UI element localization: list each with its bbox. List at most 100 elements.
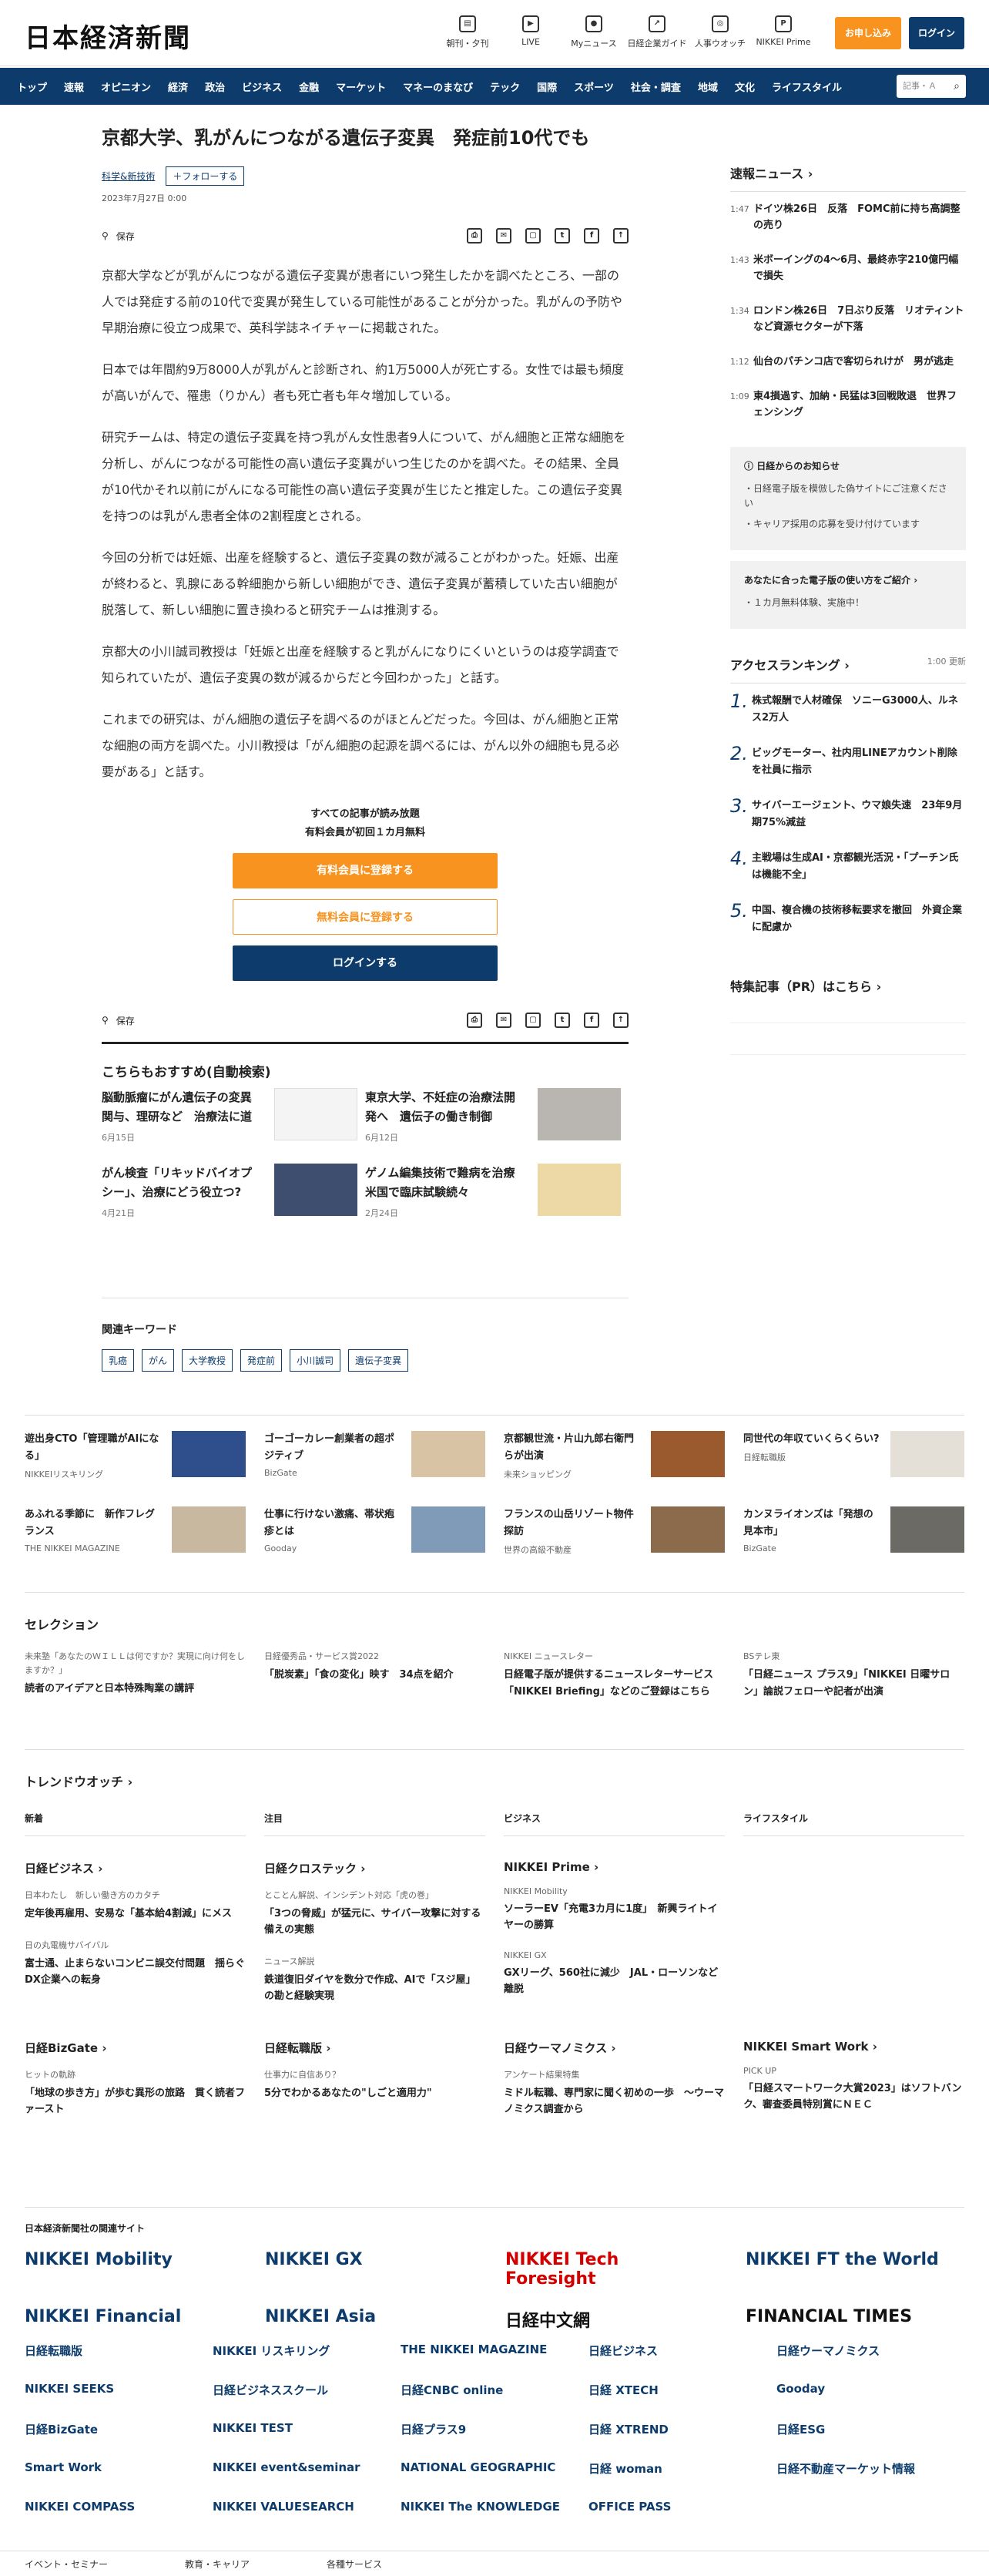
- footer-link[interactable]: 各種サービス: [327, 2558, 382, 2571]
- media-title[interactable]: NIKKEI Smart Work ›: [743, 2040, 964, 2054]
- selection-item[interactable]: 未来塾「あなたのＷＩＬＬは何ですか？実現に向け何をしますか？」 読者のアイデアと日…: [25, 1650, 246, 1701]
- twitter-icon[interactable]: t: [555, 228, 570, 243]
- brand-link[interactable]: NIKKEI GX: [265, 2250, 474, 2289]
- media-title[interactable]: 日経BizGate ›: [25, 2040, 246, 2056]
- small-brand-link[interactable]: NATIONAL GEOGRAPHIC: [401, 2460, 588, 2477]
- ranking-item[interactable]: 1. 株式報酬で人材確保 ソニーG3000人、ルネス2万人: [730, 683, 966, 736]
- small-brand-link[interactable]: NIKKEI event&seminar: [213, 2460, 401, 2477]
- small-brand-link[interactable]: 日経BizGate: [25, 2421, 213, 2437]
- ad-item[interactable]: 遊出身CTO「管理職がAIになる」 NIKKEIリスキリング: [25, 1431, 246, 1480]
- nav-item[interactable]: 経済: [168, 79, 188, 94]
- print-icon[interactable]: ⎙: [467, 1013, 482, 1028]
- nav-item[interactable]: ビジネス: [242, 79, 282, 94]
- pr-title[interactable]: 特集記事（PR）はこちら ›: [730, 976, 966, 1004]
- small-brand-link[interactable]: NIKKEI The KNOWLEDGE: [401, 2500, 588, 2514]
- notice2-title[interactable]: あなたに合った電子版の使い方をご紹介 ›: [744, 573, 952, 586]
- save-button[interactable]: ⚲ 保存: [102, 230, 135, 243]
- small-brand-link[interactable]: 日経ビジネス: [588, 2343, 776, 2359]
- small-brand-link[interactable]: 日経 woman: [588, 2460, 776, 2477]
- breaking-item[interactable]: 1:43 米ボーイングの4～6月、最終赤字210億円幅で損失: [730, 243, 966, 294]
- brand-link[interactable]: 日経中文網: [505, 2307, 715, 2332]
- keyword-chip[interactable]: 小川誠司: [290, 1349, 341, 1372]
- nav-item[interactable]: 金融: [299, 79, 319, 94]
- media-article[interactable]: 「3つの脅威」が猛元に、サイバー攻撃に対する備えの実態: [264, 1906, 485, 1938]
- media-title[interactable]: NIKKEI Prime ›: [504, 1860, 725, 1874]
- ranking-item[interactable]: 3. サイバーエージェント、ウマ娘失速 23年9月期75%減益: [730, 788, 966, 841]
- header-link-newspaper[interactable]: ▤ 朝刊・夕刊: [436, 15, 499, 49]
- nav-item[interactable]: マーケット: [336, 79, 386, 94]
- trend-title[interactable]: トレンドウオッチ ›: [25, 1772, 964, 1790]
- media-title[interactable]: 日経ビジネス ›: [25, 1860, 246, 1876]
- small-brand-link[interactable]: 日経ESG: [776, 2421, 964, 2437]
- trend-tab[interactable]: 注目: [264, 1812, 485, 1836]
- nav-item[interactable]: マネーのまなび: [403, 79, 473, 94]
- breaking-item[interactable]: 1:34 ロンドン株26日 7日ぶり反落 リオティントなど資源セクターが下落: [730, 294, 966, 344]
- brand-link[interactable]: FINANCIAL TIMES: [746, 2307, 955, 2332]
- header-link-jinji[interactable]: ◎ 人事ウオッチ: [689, 15, 752, 49]
- header-link-live[interactable]: ▶ LIVE: [499, 15, 562, 49]
- mail-icon[interactable]: ✉: [496, 228, 511, 243]
- media-title[interactable]: 日経ウーマノミクス ›: [504, 2040, 725, 2056]
- small-brand-link[interactable]: 日経ビジネススクール: [213, 2382, 401, 2398]
- subscribe-button[interactable]: お申し込み: [835, 17, 901, 49]
- small-brand-link[interactable]: NIKKEI TEST: [213, 2421, 401, 2437]
- search-input[interactable]: 記事・Ａ ⌕: [897, 75, 966, 98]
- login-button[interactable]: ログイン: [909, 17, 964, 49]
- breaking-item[interactable]: 1:12 仙台のパチンコ店で客切られけが 男が逃走: [730, 344, 966, 379]
- breaking-item[interactable]: 1:09 東4損過す、加納・民猛は3回戦敗退 世界フェンシング: [730, 379, 966, 430]
- media-article[interactable]: 「日経スマートワーク大賞2023」はソフトバンク、審査委員特別賞にＮＥＣ: [743, 2081, 964, 2113]
- small-brand-link[interactable]: Gooday: [776, 2382, 964, 2398]
- recommend-item[interactable]: がん検査「リキッドバイオプシー」、治療にどう役立つ? 4月21日: [102, 1164, 365, 1219]
- selection-item[interactable]: NIKKEI ニュースレター 日経電子版が提供するニュースレターサービス「NIKK…: [504, 1650, 725, 1701]
- ranking-item[interactable]: 4. 主戦場は生成AI・京都観光活況・「プーチン氏は機能不全」: [730, 841, 966, 893]
- small-brand-link[interactable]: 日経不動産マーケット情報: [776, 2460, 964, 2477]
- share-icon[interactable]: ↑: [613, 1013, 629, 1028]
- twitter-icon[interactable]: t: [555, 1013, 570, 1028]
- brand-link[interactable]: NIKKEI Mobility: [25, 2250, 234, 2289]
- media-article[interactable]: GXリーグ、560社に減少 JAL・ローソンなど離脱: [504, 1965, 725, 1997]
- small-brand-link[interactable]: 日経 XTECH: [588, 2382, 776, 2398]
- mail-icon[interactable]: ✉: [496, 1013, 511, 1028]
- small-brand-link[interactable]: NIKKEI リスキリング: [213, 2343, 401, 2359]
- ranking-item[interactable]: 2. ビッグモーター、社内用LINEアカウント削除を社員に指示: [730, 736, 966, 788]
- small-brand-link[interactable]: NIKKEI SEEKS: [25, 2382, 213, 2398]
- keyword-chip[interactable]: がん: [142, 1349, 175, 1372]
- nav-item[interactable]: 文化: [735, 79, 755, 94]
- note-icon[interactable]: ▢: [525, 1013, 541, 1028]
- header-link-company-guide[interactable]: ↗ 日経企業ガイド: [625, 15, 689, 49]
- site-logo[interactable]: 日本経済新聞: [25, 17, 191, 55]
- media-article[interactable]: 5分でわかるあなたの"しごと適用力": [264, 2085, 485, 2101]
- nav-item[interactable]: スポーツ: [574, 79, 614, 94]
- header-link-mynews[interactable]: ● Myニュース: [562, 15, 625, 49]
- follow-button[interactable]: ＋フォローする: [166, 166, 245, 186]
- small-brand-link[interactable]: 日経CNBC online: [401, 2382, 588, 2398]
- ranking-item[interactable]: 5. 中国、複合機の技術移転要求を撤回 外資企業に配慮か: [730, 893, 966, 945]
- breaking-item[interactable]: 1:47 ドイツ株26日 反落 FOMC前に持ち高調整の売り: [730, 192, 966, 243]
- facebook-icon[interactable]: f: [584, 228, 599, 243]
- recommend-item[interactable]: 東京大学、不妊症の治療法開発へ 遺伝子の働き制御 6月12日: [365, 1088, 629, 1144]
- media-article[interactable]: ミドル転職、専門家に聞く初めの一歩 ～ウーマノミクス調査から: [504, 2085, 725, 2118]
- small-brand-link[interactable]: 日経 XTREND: [588, 2421, 776, 2437]
- small-brand-link[interactable]: NIKKEI VALUESEARCH: [213, 2500, 401, 2514]
- small-brand-link[interactable]: Smart Work: [25, 2460, 213, 2477]
- note-icon[interactable]: ▢: [525, 228, 541, 243]
- notice-item[interactable]: ・１カ月無料体験、実施中！: [744, 596, 952, 610]
- header-link-prime[interactable]: P NIKKEI Prime: [752, 15, 815, 49]
- media-article[interactable]: 「地球の歩き方」が歩む異形の旅路 貫く読者ファースト: [25, 2085, 246, 2118]
- recommend-item[interactable]: ゲノム編集技術で難病を治療 米国で臨床試験続々 2月24日: [365, 1164, 629, 1219]
- share-icon[interactable]: ↑: [613, 228, 629, 243]
- free-register-button[interactable]: 無料会員に登録する: [233, 899, 498, 935]
- topic-tag[interactable]: 科学&新技術: [102, 170, 155, 183]
- nav-item[interactable]: 国際: [537, 79, 557, 94]
- media-article[interactable]: 富士通、止まらないコンビニ誤交付問題 揺らぐDX企業への転身: [25, 1956, 246, 1988]
- nav-item[interactable]: 政治: [205, 79, 225, 94]
- selection-item[interactable]: BSテレ東 「日経ニュース プラス9」「NIKKEI 日曜サロン」論説フェローや記…: [743, 1650, 964, 1701]
- print-icon[interactable]: ⎙: [467, 228, 482, 243]
- keyword-chip[interactable]: 発症前: [240, 1349, 283, 1372]
- keyword-chip[interactable]: 遺伝子変異: [348, 1349, 409, 1372]
- nav-item[interactable]: 地域: [698, 79, 718, 94]
- brand-link[interactable]: NIKKEI Financial: [25, 2307, 234, 2332]
- breaking-title[interactable]: 速報ニュース ›: [730, 163, 966, 192]
- small-brand-link[interactable]: 日経ウーマノミクス: [776, 2343, 964, 2359]
- search-icon[interactable]: ⌕: [954, 75, 960, 98]
